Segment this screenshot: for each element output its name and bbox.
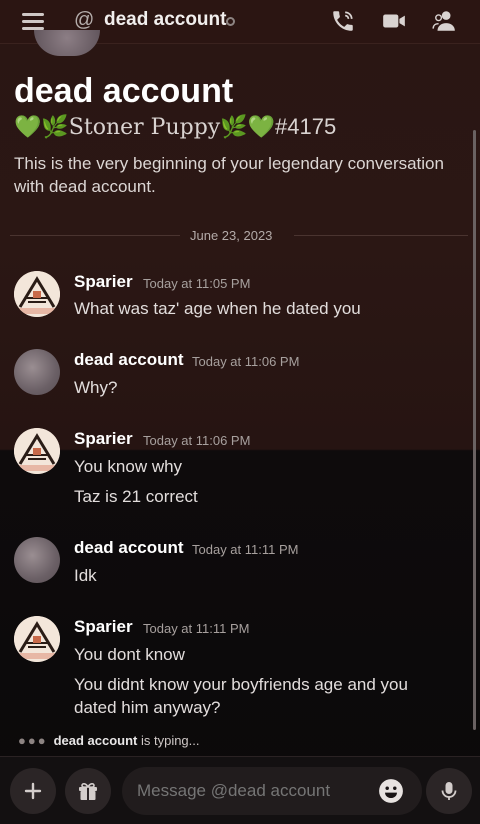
- message-text: You didnt know your boyfriends age and y…: [74, 675, 408, 717]
- plus-icon: [24, 782, 42, 800]
- typing-suffix: is typing...: [137, 733, 200, 748]
- message-author[interactable]: dead account: [74, 538, 184, 558]
- typing-user: dead account: [53, 733, 138, 748]
- message-time: Today at 11:06 PM: [192, 354, 300, 369]
- profile-tag: 💚🌿Stoner Puppy🌿💚#4175: [14, 114, 336, 140]
- menu-icon[interactable]: [22, 13, 44, 30]
- message-author[interactable]: Sparier: [74, 617, 133, 637]
- profile-avatar: [34, 30, 100, 56]
- divider-line-left: [10, 235, 180, 236]
- add-attachment-button[interactable]: [10, 768, 56, 814]
- message-text: Why?: [74, 378, 118, 397]
- members-icon[interactable]: [431, 8, 457, 34]
- emoji-icon[interactable]: [378, 778, 404, 804]
- avatar-sparier[interactable]: [14, 428, 60, 474]
- avatar-dead-account[interactable]: [14, 537, 60, 583]
- message-text: You know why: [74, 457, 183, 476]
- call-icon[interactable]: [330, 8, 356, 34]
- status-icon: [226, 17, 235, 26]
- video-icon[interactable]: [381, 8, 407, 34]
- message-text: What was taz' age when he dated you: [74, 299, 361, 318]
- message-text: You dont know: [74, 645, 185, 664]
- profile-tag-text: 💚🌿Stoner Puppy🌿💚: [14, 115, 275, 140]
- message-author[interactable]: Sparier: [74, 272, 133, 292]
- message-time: Today at 11:11 PM: [192, 542, 299, 557]
- gift-icon: [79, 783, 97, 800]
- message-input[interactable]: [122, 767, 422, 815]
- conversation-intro: This is the very beginning of your legen…: [14, 154, 444, 196]
- typing-indicator: ●●● dead account is typing...: [18, 733, 200, 748]
- gift-button[interactable]: [65, 768, 111, 814]
- message-text: Taz is 21 correct: [74, 487, 198, 506]
- avatar-sparier[interactable]: [14, 271, 60, 317]
- channel-title[interactable]: dead account: [104, 9, 226, 31]
- date-divider: June 23, 2023: [190, 228, 273, 243]
- avatar-dead-account[interactable]: [14, 349, 60, 395]
- message-time: Today at 11:05 PM: [143, 276, 251, 291]
- microphone-icon: [441, 782, 457, 800]
- scrollbar[interactable]: [473, 130, 476, 730]
- at-icon: @: [74, 9, 95, 31]
- message-author[interactable]: Sparier: [74, 429, 133, 449]
- avatar-sparier[interactable]: [14, 616, 60, 662]
- divider-line-right: [294, 235, 468, 236]
- profile-name: dead account: [14, 72, 234, 110]
- message-text: Idk: [74, 566, 97, 585]
- voice-message-button[interactable]: [426, 768, 472, 814]
- message-time: Today at 11:06 PM: [143, 433, 251, 448]
- typing-dots-icon: ●●●: [18, 733, 48, 748]
- message-author[interactable]: dead account: [74, 350, 184, 370]
- message-time: Today at 11:11 PM: [143, 621, 250, 636]
- profile-tag-number: #4175: [275, 114, 337, 139]
